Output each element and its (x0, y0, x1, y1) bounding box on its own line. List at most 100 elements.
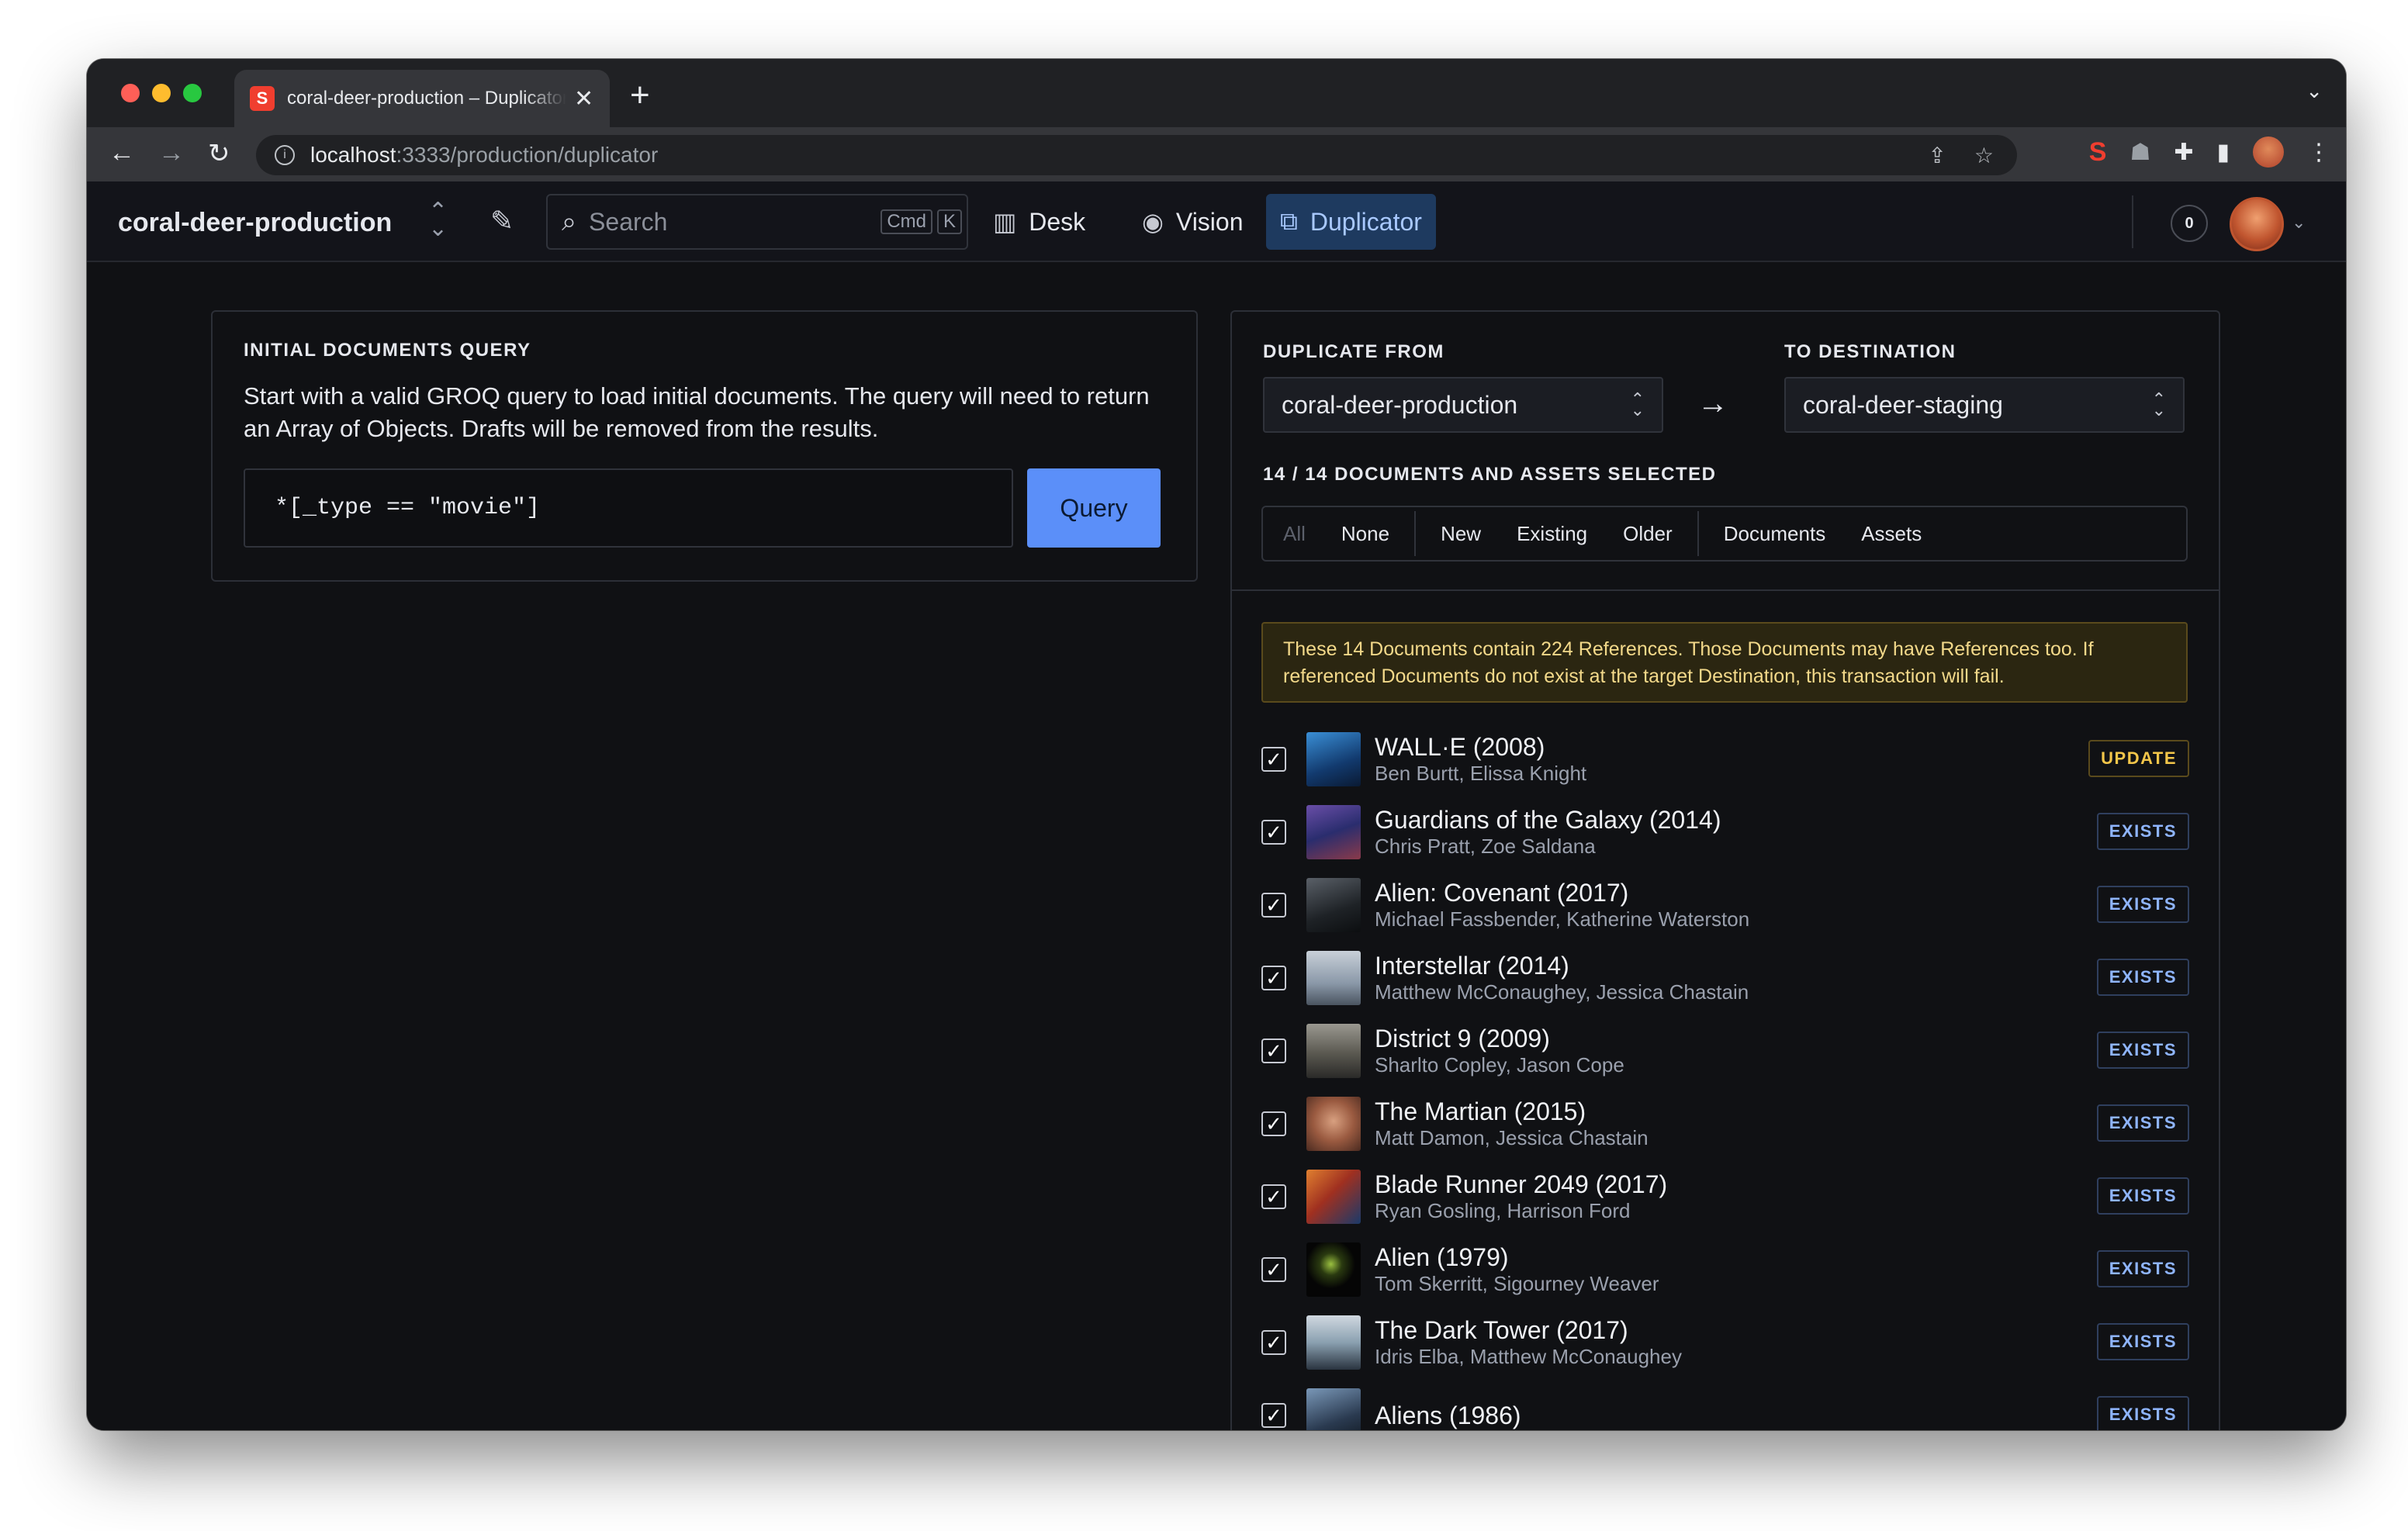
tool-vision-label: Vision (1175, 207, 1244, 236)
kbd-cmd: Cmd (881, 209, 932, 234)
workspace-switch-chevron-icon[interactable]: ⌃ ⌄ (428, 200, 448, 240)
browser-tab[interactable]: S coral-deer-production – Duplicator ✕ (234, 70, 610, 127)
tab-close-icon[interactable]: ✕ (574, 85, 593, 112)
ghost-extension-icon[interactable]: ☗ (2129, 139, 2150, 166)
list-item[interactable]: ✓ Guardians of the Galaxy (2014) Chris P… (1261, 796, 2192, 869)
status-badge: EXISTS (2096, 1177, 2189, 1215)
select-checkbox[interactable]: ✓ (1261, 1111, 1286, 1136)
document-title: Blade Runner 2049 (2017) (1375, 1170, 1668, 1198)
studio-navbar: coral-deer-production ⌃ ⌄ ✎ ⌕ Search Cmd … (87, 181, 2346, 262)
sanity-favicon-icon: S (250, 86, 275, 111)
poster-thumbnail (1306, 1315, 1361, 1370)
groq-query-input[interactable]: *[_type == "movie"] (244, 468, 1013, 548)
poster-thumbnail (1306, 1242, 1361, 1297)
document-subtitle: Ryan Gosling, Harrison Ford (1375, 1199, 1631, 1222)
document-subtitle: Idris Elba, Matthew McConaughey (1375, 1345, 1682, 1368)
select-checkbox[interactable]: ✓ (1261, 1330, 1286, 1355)
document-subtitle: Matt Damon, Jessica Chastain (1375, 1126, 1649, 1149)
close-window-button[interactable] (121, 84, 140, 102)
list-item[interactable]: ✓ WALL·E (2008) Ben Burtt, Elissa Knight… (1261, 723, 2192, 796)
profile-avatar[interactable] (2253, 137, 2284, 168)
status-badge: EXISTS (2096, 959, 2189, 996)
compose-edit-icon[interactable]: ✎ (490, 205, 514, 237)
document-title: WALL·E (2008) (1375, 733, 1545, 761)
document-subtitle: Sharlto Copley, Jason Cope (1375, 1053, 1624, 1077)
select-checkbox[interactable]: ✓ (1261, 1403, 1286, 1428)
sanity-extension-icon[interactable]: S (2089, 137, 2107, 168)
filter-assets-button[interactable]: Assets (1861, 522, 1922, 546)
select-checkbox[interactable]: ✓ (1261, 820, 1286, 845)
document-title: Aliens (1986) (1375, 1401, 1521, 1429)
status-badge: EXISTS (2096, 1250, 2189, 1287)
selected-count: 14 / 14 DOCUMENTS AND ASSETS SELECTED (1263, 464, 1717, 485)
select-checkbox[interactable]: ✓ (1261, 966, 1286, 990)
query-button[interactable]: Query (1027, 468, 1161, 548)
duplicator-content: INITIAL DOCUMENTS QUERY Start with a val… (87, 262, 2346, 1430)
list-item[interactable]: ✓ Alien (1979) Tom Skerritt, Sigourney W… (1261, 1233, 2192, 1306)
filter-none-button[interactable]: None (1341, 522, 1389, 546)
reload-icon[interactable]: ↻ (208, 138, 230, 169)
document-subtitle: Chris Pratt, Zoe Saldana (1375, 835, 1596, 858)
filter-documents-button[interactable]: Documents (1724, 522, 1826, 546)
project-name[interactable]: coral-deer-production (118, 208, 392, 238)
side-panel-icon[interactable]: ▮ (2216, 139, 2230, 166)
filter-new-button[interactable]: New (1441, 522, 1481, 546)
select-checkbox[interactable]: ✓ (1261, 1257, 1286, 1282)
poster-thumbnail (1306, 951, 1361, 1005)
list-item[interactable]: ✓ District 9 (2009) Sharlto Copley, Jaso… (1261, 1014, 2192, 1087)
tool-duplicator[interactable]: ⧉ Duplicator (1266, 194, 1436, 250)
list-item[interactable]: ✓ The Dark Tower (2017) Idris Elba, Matt… (1261, 1306, 2192, 1379)
filter-all-button[interactable]: All (1283, 522, 1306, 546)
site-info-icon[interactable]: i (275, 145, 295, 165)
notification-badge[interactable]: 0 (2171, 205, 2208, 242)
document-title: Interstellar (2014) (1375, 952, 1569, 980)
duplicate-panel: DUPLICATE FROM TO DESTINATION coral-deer… (1230, 310, 2220, 1430)
document-title: Alien (1979) (1375, 1243, 1509, 1271)
tool-vision[interactable]: ◉ Vision (1128, 194, 1258, 250)
maximize-window-button[interactable] (183, 84, 202, 102)
destination-dataset-select[interactable]: coral-deer-staging ⌃ ⌄ (1784, 377, 2185, 433)
filter-older-button[interactable]: Older (1623, 522, 1673, 546)
poster-thumbnail (1306, 805, 1361, 859)
search-input[interactable]: ⌕ Search Cmd K (546, 194, 968, 250)
list-item[interactable]: ✓ Interstellar (2014) Matthew McConaughe… (1261, 942, 2192, 1014)
tab-search-chevron-icon[interactable]: ⌄ (2306, 79, 2323, 103)
poster-thumbnail (1306, 1170, 1361, 1224)
status-badge: EXISTS (2096, 1396, 2189, 1430)
browser-menu-icon[interactable]: ⋮ (2307, 139, 2330, 166)
bookmark-star-icon[interactable]: ☆ (1974, 143, 1994, 168)
tool-desk-label: Desk (1029, 207, 1086, 236)
document-title: District 9 (2009) (1375, 1025, 1550, 1052)
list-item[interactable]: ✓ Aliens (1986) EXISTS (1261, 1379, 2192, 1430)
destination-dataset-value: coral-deer-staging (1803, 390, 2003, 419)
tool-desk[interactable]: ▥ Desk (979, 194, 1099, 250)
select-checkbox[interactable]: ✓ (1261, 893, 1286, 918)
address-bar[interactable]: i localhost:3333/production/duplicator ⇪… (256, 135, 2017, 175)
document-title: The Martian (2015) (1375, 1097, 1586, 1125)
back-arrow-icon[interactable]: ← (109, 138, 135, 168)
address-path: :3333/production/duplicator (396, 143, 659, 167)
minimize-window-button[interactable] (152, 84, 171, 102)
references-warning: These 14 Documents contain 224 Reference… (1261, 622, 2188, 703)
document-title: The Dark Tower (2017) (1375, 1316, 1628, 1344)
select-checkbox[interactable]: ✓ (1261, 1184, 1286, 1209)
duplicate-settings: DUPLICATE FROM TO DESTINATION coral-deer… (1232, 312, 2219, 591)
extensions-puzzle-icon[interactable]: ✚ (2174, 139, 2193, 166)
source-dataset-select[interactable]: coral-deer-production ⌃ ⌄ (1263, 377, 1663, 433)
status-badge: EXISTS (2096, 1032, 2189, 1069)
status-badge: EXISTS (2096, 886, 2189, 923)
forward-arrow-icon[interactable]: → (158, 138, 185, 168)
list-item[interactable]: ✓ The Martian (2015) Matt Damon, Jessica… (1261, 1087, 2192, 1160)
filter-existing-button[interactable]: Existing (1517, 522, 1587, 546)
new-tab-button[interactable]: + (630, 76, 650, 115)
select-checkbox[interactable]: ✓ (1261, 1039, 1286, 1063)
select-checkbox[interactable]: ✓ (1261, 747, 1286, 772)
user-menu-chevron-icon[interactable]: ⌄ (2292, 213, 2306, 233)
share-icon[interactable]: ⇪ (1928, 143, 1946, 168)
list-item[interactable]: ✓ Alien: Covenant (2017) Michael Fassben… (1261, 869, 2192, 942)
list-item[interactable]: ✓ Blade Runner 2049 (2017) Ryan Gosling,… (1261, 1160, 2192, 1233)
arrow-right-icon: → (1697, 386, 1728, 420)
user-avatar[interactable] (2230, 197, 2284, 251)
eye-icon: ◉ (1142, 208, 1164, 236)
search-icon: ⌕ (562, 206, 577, 237)
